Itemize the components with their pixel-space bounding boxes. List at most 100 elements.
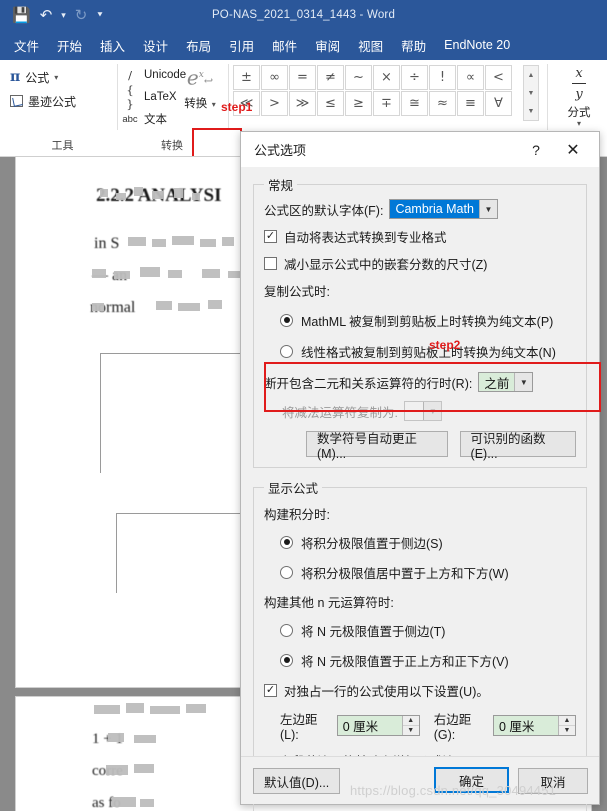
own-line-label: 对独占一行的公式使用以下设置(U)。 (284, 684, 489, 699)
symbol-cell[interactable]: ≠ (317, 65, 344, 90)
tab-insert[interactable]: 插入 (91, 30, 134, 60)
own-line-row[interactable]: 对独占一行的公式使用以下设置(U)。 (264, 679, 576, 701)
stepper-up-icon[interactable]: ▲ (402, 716, 419, 726)
stepper-down-icon[interactable]: ▼ (403, 726, 419, 735)
nary-side-row[interactable]: 将 N 元极限值置于侧边(T) (264, 619, 576, 641)
recognized-functions-button[interactable]: 可识别的函数(E)... (459, 431, 576, 461)
tab-endnote[interactable]: EndNote 20 (435, 30, 519, 60)
symbol-cell[interactable]: < (485, 65, 512, 90)
reduce-nested-checkbox[interactable] (264, 256, 277, 270)
chevron-down-icon[interactable]: ▾ (556, 120, 602, 128)
tab-view[interactable]: 视图 (349, 30, 392, 60)
symbol-cell[interactable]: ~ (345, 65, 372, 90)
symbol-cell[interactable]: ≫ (289, 91, 316, 116)
symbol-gallery-scrollbar[interactable]: ▲ ▼ ▼ (523, 65, 539, 121)
nary-center-radio[interactable] (280, 653, 293, 667)
default-font-combobox[interactable]: Cambria Math ▼ (389, 199, 498, 219)
tab-review[interactable]: 审阅 (306, 30, 349, 60)
dialog-title: 公式选项 (254, 143, 307, 158)
integral-side-row[interactable]: 将积分极限值置于侧边(S) (264, 531, 576, 553)
symbol-cell[interactable]: ≥ (345, 91, 372, 116)
tab-references[interactable]: 引用 (220, 30, 263, 60)
tab-layout[interactable]: 布局 (177, 30, 220, 60)
equation-button[interactable]: π 公式 ▾ (10, 65, 115, 89)
auto-professional-checkbox[interactable] (264, 229, 277, 243)
fraction-denominator: y (575, 87, 583, 102)
math-autocorrect-button[interactable]: 数学符号自动更正(M)... (306, 431, 448, 461)
chevron-down-icon[interactable]: ▾ (212, 100, 216, 109)
auto-professional-label: 自动将表达式转换到专业格式 (284, 230, 447, 245)
document-title: PO-NAS_2021_0314_1443 - Word (211, 9, 396, 21)
right-margin-spinner[interactable]: 0 厘米 ▲ ▼ (493, 715, 576, 736)
ink-equation-button[interactable]: 墨迹公式 (10, 89, 115, 113)
symbol-cell[interactable]: ! (429, 65, 456, 90)
copy-linear-radio[interactable] (280, 344, 293, 358)
symbol-row-1: ± ∞ = ≠ ~ × ÷ ! ∝ < (233, 65, 521, 90)
symbol-cell[interactable]: ± (233, 65, 260, 90)
nary-center-row[interactable]: 将 N 元极限值置于正上方和正下方(V) (264, 649, 576, 671)
symbol-cell[interactable]: ≅ (401, 91, 428, 116)
symbol-cell[interactable]: ∓ (373, 91, 400, 116)
document-line: in S (94, 235, 120, 252)
stepper-up-icon[interactable]: ▲ (559, 716, 575, 726)
document-frame (100, 353, 260, 473)
symbol-cell[interactable]: > (261, 91, 288, 116)
general-legend: 常规 (268, 179, 294, 193)
tab-help[interactable]: 帮助 (392, 30, 435, 60)
convert-button[interactable]: ex↩ 转换 ▾ (176, 64, 224, 112)
fraction-button[interactable]: x y 分式 ▾ (556, 64, 602, 128)
stepper-down-icon[interactable]: ▼ (559, 726, 575, 735)
pi-icon: π (10, 69, 21, 85)
own-line-checkbox[interactable] (264, 683, 277, 697)
right-margin-value[interactable]: 0 厘米 (494, 716, 558, 735)
symbol-gallery[interactable]: ± ∞ = ≠ ~ × ÷ ! ∝ < ≪ > ≫ ≤ ≥ ∓ ≅ ≈ ≡ ∀ (233, 65, 521, 127)
symbol-cell[interactable]: ∝ (457, 65, 484, 90)
symbol-cell[interactable]: ≡ (457, 91, 484, 116)
copy-mathml-radio[interactable] (280, 313, 293, 327)
copy-linear-row[interactable]: 线性格式被复制到剪贴板上时转换为纯文本(N) (264, 340, 576, 362)
symbol-cell[interactable]: ≈ (429, 91, 456, 116)
scroll-down-icon[interactable]: ▼ (524, 84, 538, 102)
integral-label: 构建积分时: (264, 507, 330, 522)
general-group: 常规 公式区的默认字体(F): Cambria Math ▼ 自动将表达式转换到… (253, 175, 601, 468)
break-line-combobox[interactable]: 之前 ▼ (478, 372, 534, 392)
chevron-down-icon[interactable]: ▼ (514, 373, 533, 391)
integral-center-row[interactable]: 将积分极限值居中置于上方和下方(W) (264, 561, 576, 583)
symbol-row-2: ≪ > ≫ ≤ ≥ ∓ ≅ ≈ ≡ ∀ (233, 91, 521, 116)
tab-home[interactable]: 开始 (48, 30, 91, 60)
tab-design[interactable]: 设计 (134, 30, 177, 60)
left-margin-spinner[interactable]: 0 厘米 ▲ ▼ (336, 715, 420, 736)
margins-row: 左边距(L): 0 厘米 ▲ ▼ 右边距(G): 0 厘米 ▲ ▼ (264, 709, 576, 742)
gallery-more-icon[interactable]: ▼ (524, 102, 538, 120)
symbol-cell[interactable]: ÷ (401, 65, 428, 90)
left-margin-value[interactable]: 0 厘米 (338, 716, 402, 735)
symbol-cell[interactable]: ≤ (317, 91, 344, 116)
tab-file[interactable]: 文件 (0, 30, 48, 60)
tab-mailings[interactable]: 邮件 (263, 30, 306, 60)
close-icon[interactable]: ✕ (553, 132, 593, 167)
symbol-cell[interactable]: ∀ (485, 91, 512, 116)
slash-icon: / (128, 68, 132, 82)
nary-side-radio[interactable] (280, 623, 293, 637)
chevron-down-icon[interactable]: ▾ (54, 73, 58, 82)
left-margin-stepper[interactable]: ▲ ▼ (401, 716, 419, 735)
symbol-cell[interactable]: ∞ (261, 65, 288, 90)
equation-label: 公式 (25, 70, 50, 85)
reduce-nested-row[interactable]: 减小显示公式中的嵌套分数的尺寸(Z) (264, 252, 576, 274)
help-icon[interactable]: ? (523, 132, 549, 167)
ok-button[interactable]: 确定 (434, 767, 509, 793)
right-margin-stepper[interactable]: ▲ ▼ (558, 716, 575, 735)
auto-professional-row[interactable]: 自动将表达式转换到专业格式 (264, 225, 576, 247)
integral-side-radio[interactable] (280, 535, 293, 549)
defaults-button[interactable]: 默认值(D)... (253, 768, 341, 794)
copy-mathml-row[interactable]: MathML 被复制到剪贴板上时转换为纯文本(P) (264, 309, 576, 331)
symbol-cell[interactable]: = (289, 65, 316, 90)
scroll-up-icon[interactable]: ▲ (524, 66, 538, 84)
default-font-value: Cambria Math (390, 200, 479, 218)
symbol-cell[interactable]: × (373, 65, 400, 90)
chevron-down-icon[interactable]: ▼ (478, 200, 497, 218)
cancel-button[interactable]: 取消 (518, 768, 588, 794)
integral-center-radio[interactable] (280, 565, 293, 579)
integral-label-row: 构建积分时: (264, 502, 576, 524)
break-line-row: 断开包含二元和关系运算符的行时(R): 之前 ▼ (264, 371, 576, 393)
